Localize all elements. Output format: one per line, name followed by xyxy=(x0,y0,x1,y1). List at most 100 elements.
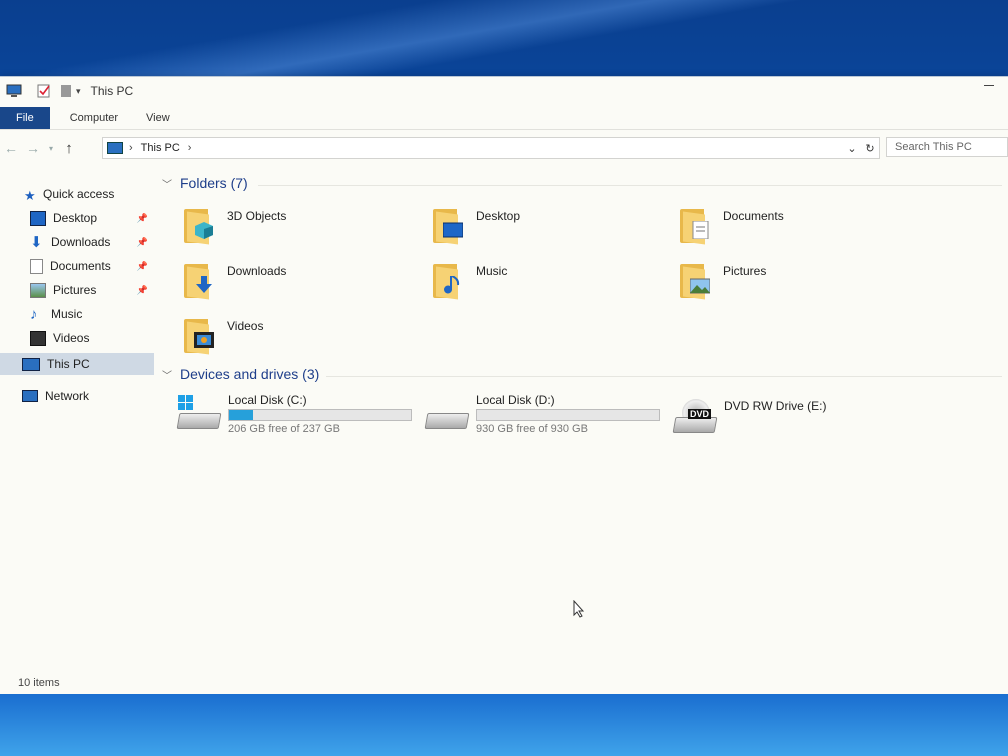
drive-free-space: 930 GB free of 930 GB xyxy=(476,423,588,435)
recent-locations-chevron-icon[interactable]: ▾ xyxy=(44,144,58,153)
desktop-icon xyxy=(30,210,46,226)
folders-group-header[interactable]: ﹀ Folders (7) xyxy=(162,175,248,191)
3d-objects-folder-icon xyxy=(182,205,216,245)
sidebar-item-label: Quick access xyxy=(43,187,115,201)
video-icon xyxy=(30,330,46,346)
group-divider xyxy=(326,376,1002,377)
navigation-bar: ← → ▾ ↑ › This PC › ⌄ ↻ Search This PC xyxy=(0,135,1008,161)
sidebar-item-label: Downloads xyxy=(51,235,111,249)
folder-label: Music xyxy=(476,264,508,278)
windows-drive-icon xyxy=(176,395,222,433)
sidebar-item-videos[interactable]: Videos xyxy=(0,327,154,349)
sidebar-item-label: Music xyxy=(51,307,83,321)
this-pc-icon xyxy=(22,357,40,371)
pictures-folder-icon xyxy=(678,260,712,300)
window-title: This PC xyxy=(90,84,134,98)
mouse-cursor-icon xyxy=(573,600,585,618)
navigation-pane: ★ Quick access Desktop 📌 ⬇ Downloads 📌 D… xyxy=(0,177,156,677)
folder-label: Videos xyxy=(227,319,264,333)
folders-heading: Folders (7) xyxy=(180,175,248,191)
folder-videos[interactable]: Videos xyxy=(182,315,422,361)
folder-label: 3D Objects xyxy=(227,209,287,223)
address-bar[interactable]: › This PC › ⌄ ↻ xyxy=(102,137,880,159)
desktop-background-bottom xyxy=(0,694,1008,756)
computer-icon xyxy=(6,84,22,97)
sidebar-item-label: Network xyxy=(45,389,90,403)
forward-arrow-icon[interactable]: → xyxy=(22,140,44,156)
drive-usage-bar xyxy=(476,409,660,421)
drive-e[interactable]: DVD DVD RW Drive (E:) xyxy=(672,393,914,443)
desktop-folder-icon xyxy=(431,205,465,245)
download-icon: ⬇ xyxy=(30,233,43,251)
file-explorer-window: ▾ This PC File Computer View ← → ▾ ↑ › T… xyxy=(0,76,1008,695)
search-input[interactable]: Search This PC xyxy=(886,137,1008,157)
sidebar-item-music[interactable]: ♪ Music xyxy=(0,303,154,325)
sidebar-item-documents[interactable]: Documents 📌 xyxy=(0,255,154,277)
pin-icon[interactable]: 📌 xyxy=(137,261,148,272)
sidebar-item-quick-access[interactable]: ★ Quick access xyxy=(24,183,154,205)
title-bar: ▾ This PC xyxy=(0,77,1008,105)
sidebar-item-label: Desktop xyxy=(53,211,98,225)
collapse-chevron-icon[interactable]: ﹀ xyxy=(162,367,172,382)
breadcrumb-separator-icon[interactable]: › xyxy=(129,142,133,154)
sidebar-item-this-pc[interactable]: This PC xyxy=(0,353,154,375)
folder-label: Downloads xyxy=(227,264,287,278)
folder-downloads[interactable]: Downloads xyxy=(182,260,422,306)
drive-label: Local Disk (C:) xyxy=(228,393,307,407)
breadcrumb-this-pc[interactable]: This PC xyxy=(141,142,180,154)
collapse-chevron-icon[interactable]: ﹀ xyxy=(162,176,172,191)
this-pc-icon xyxy=(107,142,123,154)
folder-3d-objects[interactable]: 3D Objects xyxy=(182,205,422,251)
sidebar-item-label: This PC xyxy=(47,357,90,371)
videos-folder-icon xyxy=(182,315,216,355)
refresh-icon[interactable]: ↻ xyxy=(861,142,879,155)
hard-drive-icon xyxy=(424,399,470,433)
status-item-count: 10 items xyxy=(18,677,60,689)
breadcrumb-chevron-icon[interactable]: › xyxy=(188,142,192,154)
sidebar-item-label: Videos xyxy=(53,331,90,345)
folder-music[interactable]: Music xyxy=(431,260,671,306)
tab-view[interactable]: View xyxy=(132,107,184,129)
folder-label: Pictures xyxy=(723,264,767,278)
folder-pictures[interactable]: Pictures xyxy=(678,260,918,306)
back-arrow-icon[interactable]: ← xyxy=(0,140,22,156)
sidebar-item-network[interactable]: Network xyxy=(0,385,154,407)
folder-label: Documents xyxy=(723,209,784,223)
drive-label: Local Disk (D:) xyxy=(476,393,555,407)
pin-icon[interactable]: 📌 xyxy=(137,213,148,224)
tab-file[interactable]: File xyxy=(0,107,50,129)
up-arrow-icon[interactable]: ↑ xyxy=(58,140,80,157)
sidebar-item-label: Pictures xyxy=(53,283,97,297)
tab-computer[interactable]: Computer xyxy=(56,107,132,129)
properties-icon[interactable] xyxy=(36,84,52,98)
address-dropdown-icon[interactable]: ⌄ xyxy=(843,142,861,155)
dvd-drive-icon: DVD xyxy=(672,399,718,433)
sidebar-item-downloads[interactable]: ⬇ Downloads 📌 xyxy=(0,231,154,253)
devices-heading: Devices and drives (3) xyxy=(180,366,320,382)
drive-d[interactable]: Local Disk (D:) 930 GB free of 930 GB xyxy=(424,393,666,443)
music-folder-icon xyxy=(431,260,465,300)
document-icon xyxy=(30,258,43,274)
new-folder-icon[interactable] xyxy=(58,84,74,98)
picture-icon xyxy=(30,282,46,298)
sidebar-item-desktop[interactable]: Desktop 📌 xyxy=(0,207,154,229)
quick-access-toolbar-dropdown-icon[interactable]: ▾ xyxy=(76,86,81,97)
pin-icon[interactable]: 📌 xyxy=(137,237,148,248)
folder-documents[interactable]: Documents xyxy=(678,205,918,251)
sidebar-item-label: Documents xyxy=(50,259,111,273)
devices-group-header[interactable]: ﹀ Devices and drives (3) xyxy=(162,366,319,382)
documents-folder-icon xyxy=(678,205,712,245)
sidebar-item-pictures[interactable]: Pictures 📌 xyxy=(0,279,154,301)
downloads-folder-icon xyxy=(182,260,216,300)
drive-c[interactable]: Local Disk (C:) 206 GB free of 237 GB xyxy=(176,393,418,443)
drive-free-space: 206 GB free of 237 GB xyxy=(228,423,340,435)
folder-desktop[interactable]: Desktop xyxy=(431,205,671,251)
folder-label: Desktop xyxy=(476,209,521,223)
music-icon: ♪ xyxy=(30,305,38,323)
group-divider xyxy=(258,185,1002,186)
minimize-button[interactable] xyxy=(984,85,994,86)
network-icon xyxy=(22,390,38,402)
drive-usage-bar xyxy=(228,409,412,421)
pin-icon[interactable]: 📌 xyxy=(137,285,148,296)
ribbon-tabs: File Computer View xyxy=(0,107,1008,130)
